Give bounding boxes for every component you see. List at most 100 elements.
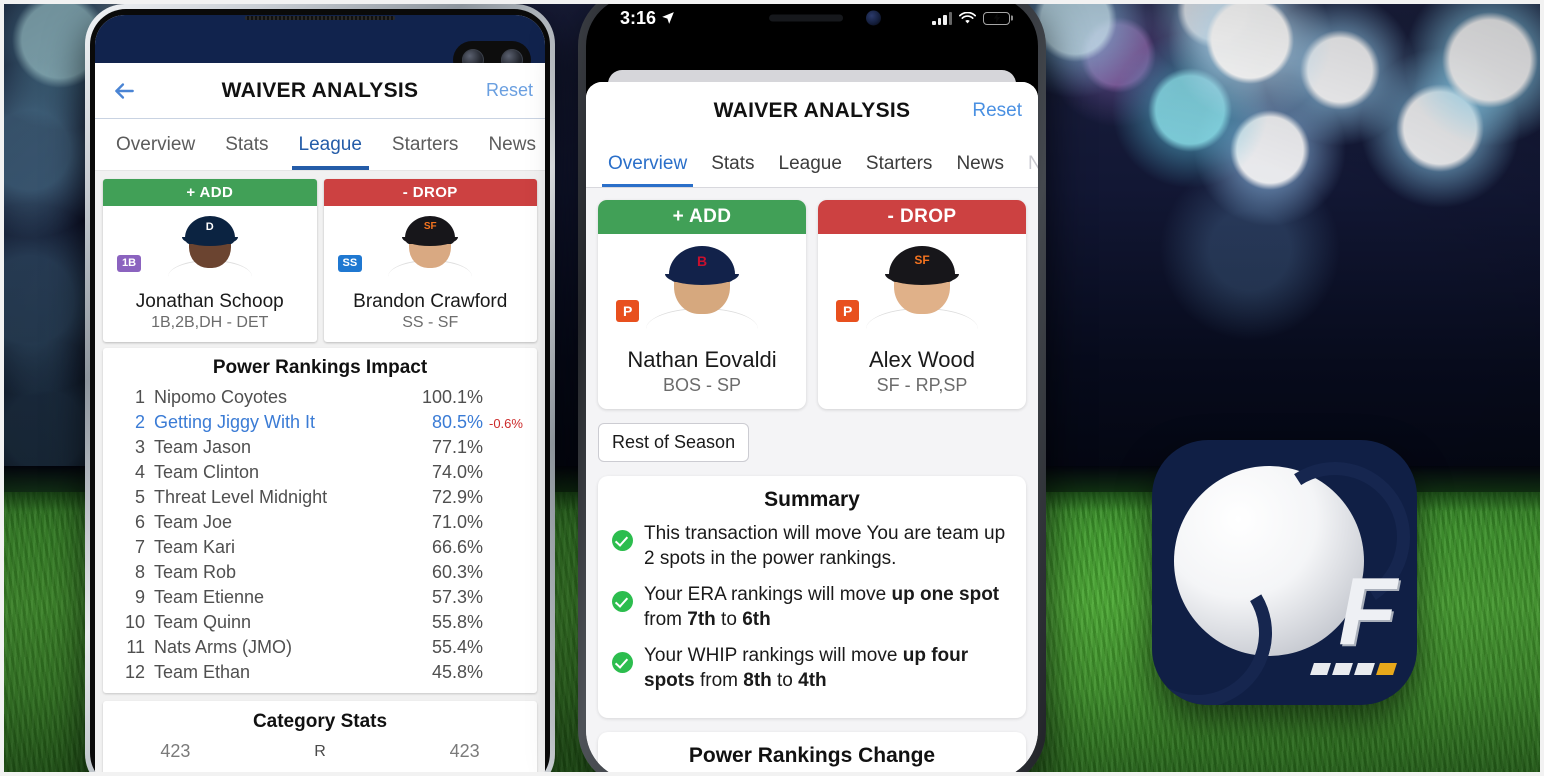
ios-content-area: + ADD B P Nathan Eovaldi BOS - SP - DROP… xyxy=(586,188,1038,776)
cellular-signal-icon xyxy=(932,11,952,25)
tab-stats[interactable]: Stats xyxy=(699,140,766,187)
tab-overview[interactable]: Overview xyxy=(101,119,210,170)
android-tab-strip[interactable]: Overview Stats League Starters News xyxy=(95,119,545,171)
summary-item-text: Your WHIP rankings will move up four spo… xyxy=(644,643,1012,693)
tab-league[interactable]: League xyxy=(767,140,854,187)
rank-number: 6 xyxy=(134,512,145,532)
team-name: Team Ethan xyxy=(154,662,251,682)
tab-n[interactable]: N xyxy=(1016,140,1038,187)
category-stat-row: 423 R 423 xyxy=(103,737,537,766)
power-ranking-row[interactable]: 7 Team Kari 66.6% xyxy=(103,535,537,560)
tab-label: Starters xyxy=(865,152,933,174)
ios-player-cards: + ADD B P Nathan Eovaldi BOS - SP - DROP… xyxy=(586,188,1038,409)
location-arrow-icon xyxy=(662,12,674,24)
power-rankings-list: 1 Nipomo Coyotes 100.1% 2 Getting Jiggy With… xyxy=(103,385,537,685)
tab-stats[interactable]: Stats xyxy=(210,119,283,170)
summary-rank-to: 4th xyxy=(798,670,827,692)
team-percent: 71.0% xyxy=(431,512,483,532)
category-right-value: 411 xyxy=(392,770,537,776)
team-name: Team Joe xyxy=(154,512,233,532)
rest-of-season-button[interactable]: Rest of Season xyxy=(598,423,750,462)
power-ranking-row[interactable]: 10 Team Quinn 55.8% xyxy=(103,610,537,635)
team-name: Getting Jiggy With It xyxy=(154,412,316,432)
power-ranking-row[interactable]: 9 Team Etienne 57.3% xyxy=(103,585,537,610)
add-player-name: Nathan Eovaldi xyxy=(627,347,777,372)
summary-text-mid: to xyxy=(771,670,799,692)
summary-item: This transaction will move You are team … xyxy=(612,521,1012,571)
tab-overview[interactable]: Overview xyxy=(596,140,699,187)
power-ranking-row[interactable]: 4 Team Clinton 74.0% xyxy=(103,460,537,485)
tab-news[interactable]: News xyxy=(944,140,1016,187)
power-ranking-row[interactable]: 2 Getting Jiggy With It 80.5% -0.6% xyxy=(103,410,537,435)
power-ranking-row[interactable]: 8 Team Rob 60.3% xyxy=(103,560,537,585)
fantasy-baseball-app-icon[interactable]: F xyxy=(1152,440,1417,705)
rank-number: 5 xyxy=(134,487,145,507)
power-ranking-row[interactable]: 12 Team Ethan 45.8% xyxy=(103,660,537,685)
category-stats-card: Category Stats 423 R 423 411RBI411 xyxy=(103,701,537,776)
rank-number: 2 xyxy=(134,412,145,432)
tab-label: League xyxy=(778,152,842,174)
summary-item-text: Your ERA rankings will move up one spot … xyxy=(644,582,1012,632)
drop-player-card[interactable]: - DROP SF SS Brandon Crawford SS - SF xyxy=(323,179,537,342)
tab-starters[interactable]: Starters xyxy=(377,119,474,170)
summary-rank-to: 6th xyxy=(742,609,771,631)
rank-number: 11 xyxy=(126,637,145,657)
tab-label: Overview xyxy=(608,152,688,174)
tab-league[interactable]: League xyxy=(284,119,377,170)
rank-number: 10 xyxy=(124,612,145,632)
add-player-card[interactable]: + ADD B P Nathan Eovaldi BOS - SP xyxy=(598,200,806,409)
cap-logo: SF xyxy=(423,221,437,232)
drop-player-team: SF - RP,SP xyxy=(876,375,968,395)
add-card-header: + ADD xyxy=(103,179,317,206)
category-right-value: 423 xyxy=(449,741,480,761)
wifi-icon xyxy=(959,11,976,23)
add-player-team: BOS - SP xyxy=(662,375,742,395)
iphone-notch xyxy=(713,0,911,40)
earpiece-speaker-icon xyxy=(245,16,395,20)
player-avatar: SF xyxy=(862,234,982,338)
player-avatar: SF xyxy=(386,206,474,284)
summary-item-text: This transaction will move You are team … xyxy=(644,521,1012,571)
summary-text-post: from xyxy=(694,670,744,692)
drop-player-name: Alex Wood xyxy=(869,347,975,372)
add-card-header: + ADD xyxy=(598,200,806,234)
team-percent: 45.8% xyxy=(431,662,483,682)
front-camera-icon xyxy=(866,10,881,26)
summary-text-post: from xyxy=(644,609,688,631)
power-ranking-row[interactable]: 3 Team Jason 77.1% xyxy=(103,435,537,460)
category-left-value: 423 xyxy=(160,741,191,761)
tab-news[interactable]: News xyxy=(473,119,545,170)
tab-label: News xyxy=(488,133,536,155)
power-ranking-row[interactable]: 5 Threat Level Midnight 72.9% xyxy=(103,485,537,510)
team-name: Team Quinn xyxy=(154,612,252,632)
page-title: WAIVER ANALYSIS xyxy=(221,78,419,102)
drop-player-card[interactable]: - DROP SF P Alex Wood SF - RP,SP xyxy=(818,200,1026,409)
summary-rank-from: 8th xyxy=(743,670,772,692)
rank-number: 7 xyxy=(134,537,145,557)
check-circle-icon xyxy=(612,652,633,674)
summary-title: Summary xyxy=(764,488,860,511)
team-percent: 66.6% xyxy=(431,537,483,557)
earpiece-speaker-icon xyxy=(769,14,844,22)
add-player-card[interactable]: + ADD D 1B Jonathan Schoop 1B,2B,DH - DE… xyxy=(103,179,317,342)
drop-card-header: - DROP xyxy=(323,179,537,206)
power-rankings-impact-title: Power Rankings Impact xyxy=(212,357,428,378)
summary-list: This transaction will move You are team … xyxy=(612,521,1012,693)
status-bar-time-group: 3:16 xyxy=(620,8,675,29)
battery-charging-icon xyxy=(983,11,1010,25)
tab-starters[interactable]: Starters xyxy=(854,140,945,187)
player-avatar: B xyxy=(642,234,762,338)
iphone-bezel: 3:16 WAIVER ANALYSIS Reset Overview Stat… xyxy=(586,0,1038,776)
tab-label: News xyxy=(956,152,1004,174)
ios-nav-bar: WAIVER ANALYSIS Reset xyxy=(586,82,1038,140)
power-rankings-change-card: Power Rankings Change Overall+5.0%Starte… xyxy=(598,732,1026,776)
reset-button[interactable]: Reset xyxy=(972,100,1022,122)
power-ranking-row[interactable]: 6 Team Joe 71.0% xyxy=(103,510,537,535)
power-ranking-row[interactable]: 1 Nipomo Coyotes 100.1% xyxy=(103,385,537,410)
power-ranking-row[interactable]: 11 Nats Arms (JMO) 55.4% xyxy=(103,635,537,660)
reset-button[interactable]: Reset xyxy=(486,80,533,101)
ios-tab-strip[interactable]: Overview Stats League Starters News N xyxy=(586,140,1038,188)
back-arrow-icon[interactable] xyxy=(107,74,141,108)
summary-text-pre: Your ERA rankings will move xyxy=(644,584,892,606)
team-name: Team Kari xyxy=(154,537,236,557)
